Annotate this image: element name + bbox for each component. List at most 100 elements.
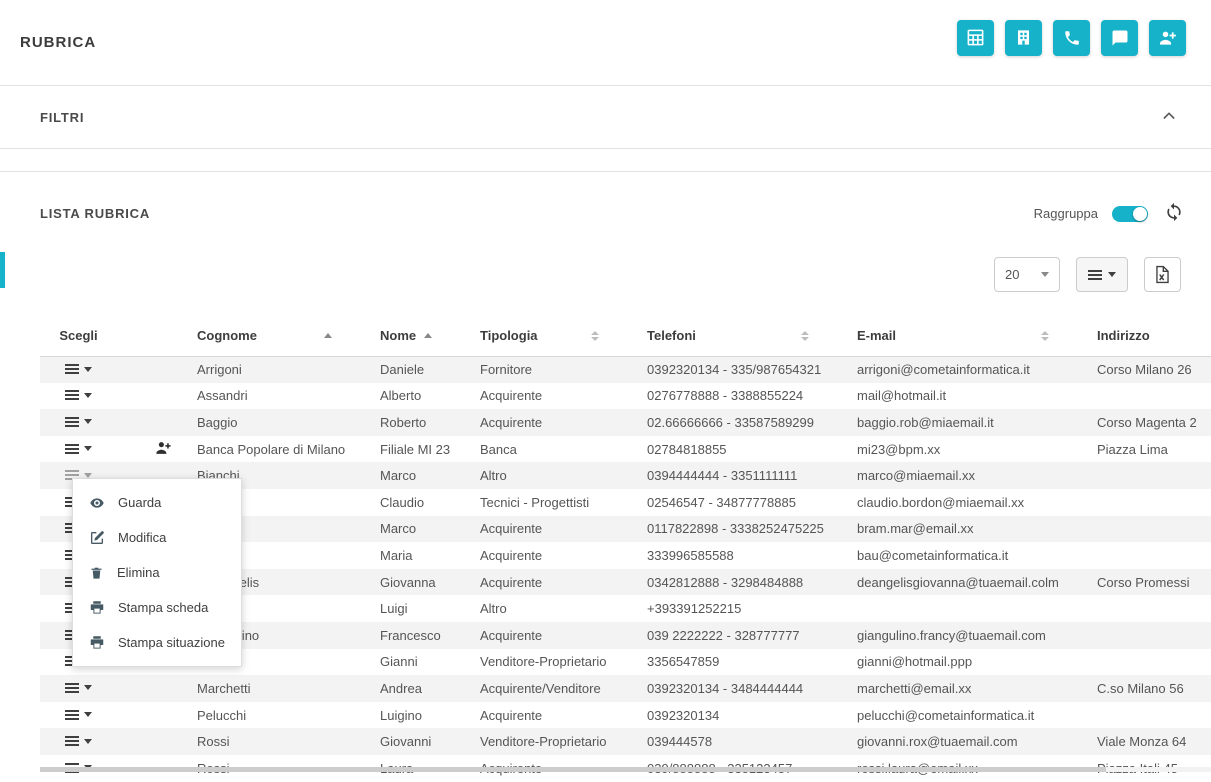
col-header-tipologia[interactable]: Tipologia [468,316,635,356]
menu-item-guarda[interactable]: Guarda [73,485,241,520]
cell-nome: Marco [368,462,468,489]
row-actions-button[interactable] [63,388,94,402]
menu-item-stampa-scheda[interactable]: Stampa scheda [73,590,241,625]
cell-tipologia: Acquirente [468,383,635,410]
cell-indirizzo [1085,462,1211,489]
sort-icon [801,331,809,341]
cell-indirizzo [1085,649,1211,676]
table-row: Pelucchi Luigino Acquirente 0392320134 p… [40,702,1211,729]
col-header-scegli[interactable]: Scegli [40,316,117,356]
cell-telefoni: 02784818855 [635,436,845,463]
cell-indirizzo: Corso Promessi [1085,569,1211,596]
col-header-telefoni[interactable]: Telefoni [635,316,845,356]
cell-nome: Luigino [368,702,468,729]
row-actions-button[interactable] [63,708,94,722]
columns-menu-button[interactable] [1076,257,1128,292]
scrollbar-thumb[interactable] [40,767,1106,772]
cell-nome: Giovanna [368,569,468,596]
col-header-cognome[interactable]: Cognome [185,316,368,356]
cell-tipologia: Acquirente [468,622,635,649]
cell-tipologia: Fornitore [468,356,635,383]
phone-button[interactable] [1053,20,1090,56]
cell-email: arrigoni@cometainformatica.it [845,356,1085,383]
cell-indirizzo [1085,516,1211,543]
page-size-select[interactable]: 20 [994,257,1060,292]
sort-icon [591,331,599,341]
table-row: Baggio Roberto Acquirente 02.66666666 - … [40,409,1211,436]
cell-indirizzo: Corso Magenta 2 [1085,409,1211,436]
cell-email: bau@cometainformatica.it [845,542,1085,569]
top-header: RUBRICA [0,0,1211,85]
cell-nome: Alberto [368,383,468,410]
cell-telefoni: 0392320134 [635,702,845,729]
cell-nome: Claudio [368,489,468,516]
cell-nome: Maria [368,542,468,569]
cell-tipologia: Acquirente [468,516,635,543]
row-actions-button[interactable] [63,442,94,456]
add-contact-button[interactable] [1149,20,1186,56]
menu-item-label: Elimina [117,565,160,580]
cell-email: claudio.bordon@miaemail.xx [845,489,1085,516]
menu-item-modifica[interactable]: Modifica [73,520,241,555]
cell-tipologia: Altro [468,595,635,622]
caret-down-icon [84,446,92,451]
caret-down-icon [84,712,92,717]
table-row: Marchetti Andrea Acquirente/Venditore 03… [40,675,1211,702]
edit-icon [89,530,105,546]
cell-nome: Marco [368,516,468,543]
cell-email: gianni@hotmail.ppp [845,649,1085,676]
sort-asc-icon [324,333,332,338]
cell-email: mail@hotmail.it [845,383,1085,410]
row-actions-button[interactable] [63,734,94,748]
table-row: Assandri Alberto Acquirente 0276778888 -… [40,383,1211,410]
col-header-nome[interactable]: Nome [368,316,468,356]
col-header-email[interactable]: E-mail [845,316,1085,356]
cell-email: baggio.rob@miaemail.it [845,409,1085,436]
cell-cognome: Marchetti [185,675,368,702]
cell-nome: Daniele [368,356,468,383]
cell-email: deangelisgiovanna@tuaemail.colm [845,569,1085,596]
cell-nome: Filiale MI 23 [368,436,468,463]
chat-button[interactable] [1101,20,1138,56]
filters-collapse-button[interactable] [1157,104,1181,131]
cell-telefoni: 0342812888 - 3298484888 [635,569,845,596]
cell-tipologia: Venditore-Proprietario [468,728,635,755]
cell-telefoni: 0392320134 - 335/987654321 [635,356,845,383]
export-excel-button[interactable] [1144,257,1181,292]
view-icon [89,495,105,511]
caret-down-icon [84,473,92,478]
cell-email: mi23@bpm.xx [845,436,1085,463]
cell-email [845,595,1085,622]
cell-nome: Giovanni [368,728,468,755]
menu-item-elimina[interactable]: Elimina [73,555,241,590]
caret-down-icon [1041,272,1049,277]
cell-telefoni: 0117822898 - 3338252475225 [635,516,845,543]
cell-indirizzo [1085,489,1211,516]
cell-email: marchetti@email.xx [845,675,1085,702]
cell-indirizzo [1085,622,1211,649]
group-toggle[interactable] [1112,206,1148,222]
horizontal-scrollbar[interactable] [40,767,1211,772]
cell-nome: Luigi [368,595,468,622]
refresh-button[interactable] [1162,200,1186,227]
cell-email: giangulino.francy@tuaemail.com [845,622,1085,649]
table-row: Rossi Giovanni Venditore-Proprietario 03… [40,728,1211,755]
row-actions-button[interactable] [63,362,94,376]
menu-item-stampa-situazione[interactable]: Stampa situazione [73,625,241,660]
row-actions-button[interactable] [63,681,94,695]
cell-email: pelucchi@cometainformatica.it [845,702,1085,729]
cell-cognome: Rossi [185,728,368,755]
person-add-icon [155,439,172,456]
print-icon [89,635,105,650]
cell-tipologia: Acquirente [468,409,635,436]
hamburger-icon [65,736,79,746]
cell-telefoni: +393391252215 [635,595,845,622]
row-actions-button[interactable] [63,415,94,429]
building-button[interactable] [1005,20,1042,56]
col-header-indirizzo[interactable]: Indirizzo [1085,316,1211,356]
cell-telefoni: 333996585588 [635,542,845,569]
table-row: Banca Popolare di Milano Filiale MI 23 B… [40,436,1211,463]
cell-indirizzo [1085,595,1211,622]
table-button[interactable] [957,20,994,56]
cell-telefoni: 0394444444 - 3351111111 [635,462,845,489]
